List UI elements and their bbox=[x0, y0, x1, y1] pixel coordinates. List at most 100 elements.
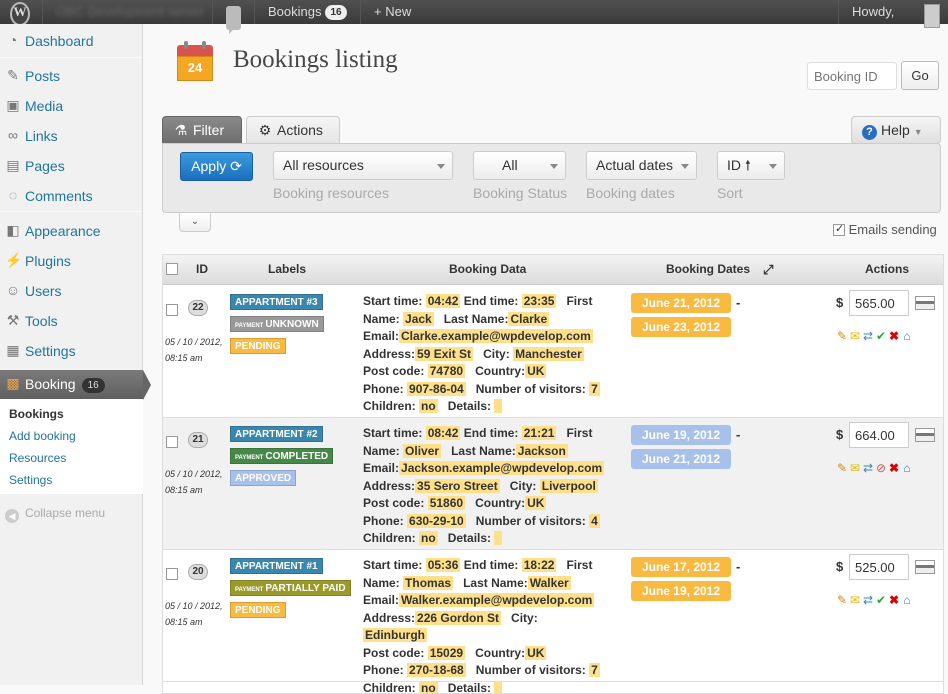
notes-icon[interactable]: ✉ bbox=[849, 593, 862, 607]
select-all-checkbox[interactable] bbox=[166, 263, 178, 275]
table-row: New 22 05 / 10 / 2012,08:15 am APPARTMEN… bbox=[163, 286, 943, 418]
filter-panel: Apply ⟳ All resources Booking resources … bbox=[162, 143, 941, 213]
submenu-settings[interactable]: Settings bbox=[9, 473, 52, 487]
booking-status-select[interactable]: All bbox=[473, 151, 566, 180]
cost-input[interactable] bbox=[849, 422, 909, 448]
tab-actions[interactable]: ⚙ Actions bbox=[246, 116, 340, 144]
sidebar-item-label: Settings bbox=[25, 343, 76, 359]
date-dash: - bbox=[736, 559, 741, 574]
notes-icon[interactable]: ✉ bbox=[849, 461, 862, 475]
tab-filter-label: Filter bbox=[193, 122, 225, 138]
media-icon: ▣ bbox=[6, 97, 20, 113]
sidebar-item-users[interactable]: ☺ Users bbox=[0, 277, 143, 305]
apply-button[interactable]: Apply ⟳ bbox=[180, 152, 253, 181]
chevron-down-icon bbox=[681, 164, 689, 173]
sidebar-item-booking[interactable]: ▩ Booking 16 bbox=[0, 370, 151, 400]
plugin-icon: ⚡ bbox=[5, 252, 23, 268]
expand-icon[interactable]: ⤢ bbox=[763, 262, 773, 278]
wordpress-logo-icon[interactable]: W bbox=[10, 2, 30, 26]
howdy-text: Howdy, bbox=[852, 4, 895, 19]
page-title: Bookings listing bbox=[233, 46, 398, 73]
main-content: 24 Bookings listing Go ⚗Filter ⚙Actions … bbox=[143, 24, 948, 694]
status-label: Booking Status bbox=[473, 185, 568, 201]
booking-id-input[interactable] bbox=[807, 62, 897, 90]
sort-select[interactable]: ID 🠕 bbox=[717, 151, 785, 180]
delete-icon[interactable]: ✖ bbox=[888, 329, 901, 343]
go-button[interactable]: Go bbox=[901, 61, 939, 90]
sidebar-item-dashboard[interactable]: ◔ Dashboard bbox=[0, 27, 143, 55]
header-id[interactable]: ID bbox=[196, 262, 208, 276]
emails-sending-checkbox[interactable] bbox=[833, 222, 845, 236]
approve-icon[interactable]: ✔ bbox=[875, 329, 888, 343]
howdy-account-link[interactable]: Howdy, bbox=[852, 0, 894, 24]
header-booking-dates: Booking Dates bbox=[666, 262, 751, 276]
cost-input[interactable] bbox=[849, 554, 909, 580]
sidebar-item-links[interactable]: ∞ Links bbox=[0, 122, 143, 150]
approve-icon[interactable]: ✔ bbox=[875, 593, 888, 607]
sidebar-item-media[interactable]: ▣ Media bbox=[0, 92, 143, 120]
settings-icon: ▦ bbox=[6, 342, 20, 358]
submenu-resources[interactable]: Resources bbox=[9, 451, 66, 465]
row-checkbox[interactable] bbox=[166, 436, 178, 448]
refresh-icon: ⟳ bbox=[230, 158, 242, 174]
row-checkbox[interactable] bbox=[166, 568, 178, 580]
admin-sidebar: ◔ Dashboard ✎ Posts ▣ Media ∞ Links ▤ Pages ◌… bbox=[0, 24, 151, 685]
edit-pencil-icon[interactable]: ✎ bbox=[836, 461, 849, 475]
unapprove-icon[interactable]: ⊘ bbox=[875, 461, 888, 475]
sidebar-item-pages[interactable]: ▤ Pages bbox=[0, 152, 143, 180]
payment-label: PAYMENT UNKNOWN bbox=[230, 316, 324, 332]
collapse-menu-button[interactable]: ◀ Collapse menu bbox=[5, 506, 105, 523]
change-resource-icon[interactable]: ⇄ bbox=[862, 593, 875, 607]
row-checkbox[interactable] bbox=[166, 304, 178, 316]
payment-card-icon[interactable] bbox=[915, 560, 935, 574]
sidebar-item-label: Booking bbox=[25, 376, 76, 392]
payment-card-icon[interactable] bbox=[915, 428, 935, 442]
sidebar-item-label: Comments bbox=[25, 188, 93, 204]
delete-icon[interactable]: ✖ bbox=[888, 593, 901, 607]
booking-resources-select[interactable]: All resources bbox=[273, 151, 453, 180]
appearance-icon: ◧ bbox=[6, 222, 20, 238]
new-content-link[interactable]: + New bbox=[374, 0, 411, 24]
delete-icon[interactable]: ✖ bbox=[888, 461, 901, 475]
calendar-day-number: 24 bbox=[177, 56, 213, 81]
sidebar-item-comments[interactable]: ◌ Comments bbox=[0, 182, 143, 210]
payment-request-icon[interactable]: ⌂ bbox=[901, 329, 914, 343]
change-resource-icon[interactable]: ⇄ bbox=[862, 461, 875, 475]
arrow-up-icon: 🠕 bbox=[744, 157, 751, 173]
toggle-filter-button[interactable]: ⌄ bbox=[179, 212, 211, 232]
submenu-bookings[interactable]: Bookings bbox=[9, 407, 64, 421]
change-resource-icon[interactable]: ⇄ bbox=[862, 329, 875, 343]
table-row: New 20 05 / 10 / 2012,08:15 am APPARTMEN… bbox=[163, 550, 943, 693]
booking-dates-select[interactable]: Actual dates bbox=[586, 151, 697, 180]
cost-input[interactable] bbox=[849, 290, 909, 316]
submenu-add-booking[interactable]: Add booking bbox=[9, 429, 76, 443]
status-value: All bbox=[502, 157, 518, 173]
resource-label[interactable]: APPARTMENT #1 bbox=[230, 558, 323, 574]
edit-pencil-icon[interactable]: ✎ bbox=[836, 329, 849, 343]
sidebar-item-label: Users bbox=[25, 283, 62, 299]
bookings-count-badge: 16 bbox=[325, 5, 347, 20]
site-name-link[interactable]: OBC Development server bbox=[56, 0, 204, 24]
sidebar-item-plugins[interactable]: ⚡ Plugins bbox=[0, 247, 143, 275]
sidebar-item-label: Posts bbox=[25, 68, 61, 84]
sidebar-item-settings[interactable]: ▦ Settings bbox=[0, 337, 143, 365]
payment-card-icon[interactable] bbox=[915, 296, 935, 310]
bookings-link[interactable]: Bookings 16 bbox=[268, 0, 347, 24]
sidebar-item-posts[interactable]: ✎ Posts bbox=[0, 62, 143, 90]
edit-pencil-icon[interactable]: ✎ bbox=[836, 593, 849, 607]
sidebar-item-tools[interactable]: ⚒ Tools bbox=[0, 307, 143, 335]
notes-icon[interactable]: ✉ bbox=[849, 329, 862, 343]
payment-request-icon[interactable]: ⌂ bbox=[901, 593, 914, 607]
date-dash: - bbox=[736, 295, 741, 310]
resource-label[interactable]: APPARTMENT #2 bbox=[230, 426, 323, 442]
status-label: PENDING bbox=[230, 602, 286, 618]
tab-filter[interactable]: ⚗ Filter bbox=[162, 116, 242, 144]
row-actions: ✎ ✉ ⇄ ⊘ ✖ ⌂ bbox=[836, 461, 914, 477]
help-button[interactable]: ? Help ▼ bbox=[851, 116, 941, 144]
date-dash: - bbox=[736, 427, 741, 442]
status-label: PENDING bbox=[230, 338, 286, 354]
emails-sending-option[interactable]: Emails sending bbox=[833, 222, 937, 237]
payment-request-icon[interactable]: ⌂ bbox=[901, 461, 914, 475]
resource-label[interactable]: APPARTMENT #3 bbox=[230, 294, 323, 310]
sidebar-item-appearance[interactable]: ◧ Appearance bbox=[0, 217, 143, 245]
